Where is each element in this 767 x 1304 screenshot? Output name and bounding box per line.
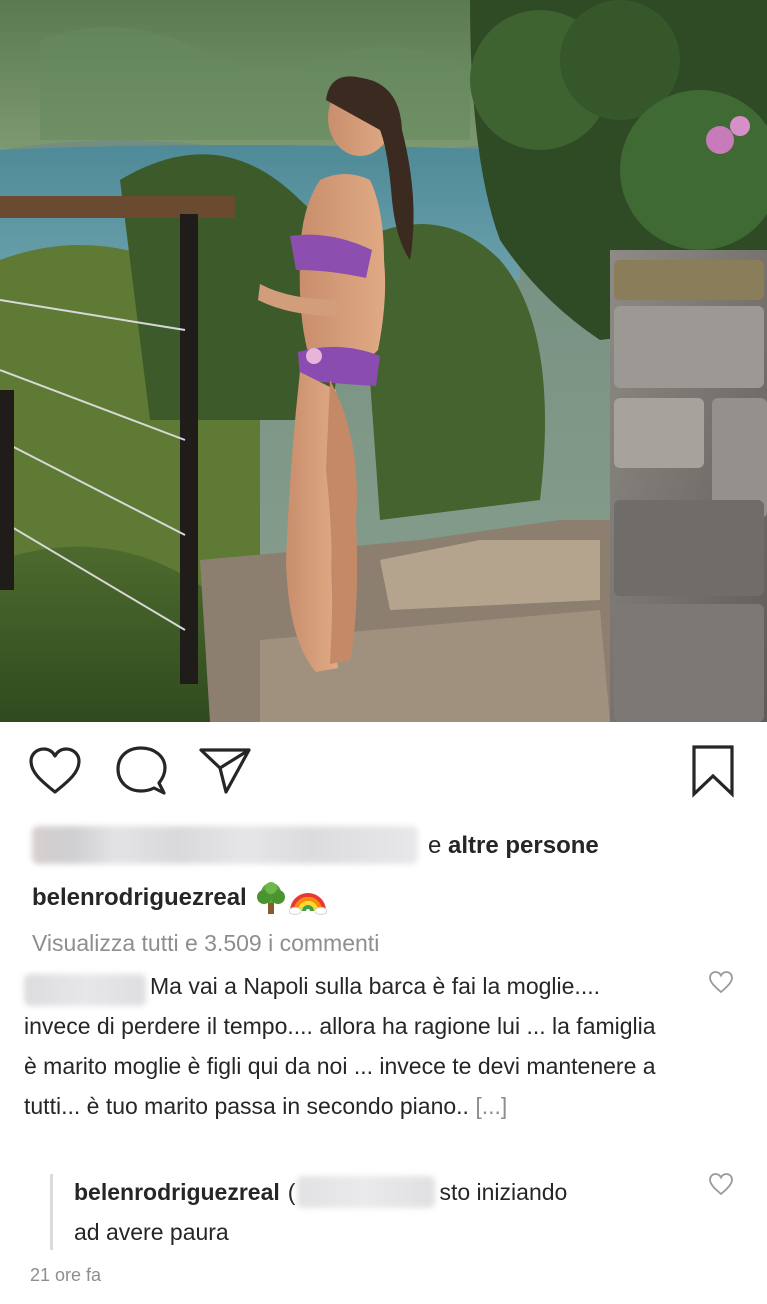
reply-first-line: belenrodriguezreal ( sto iniziando — [74, 1172, 674, 1212]
caption-emojis — [255, 881, 329, 915]
reply-text-line1: sto iniziando — [439, 1178, 568, 1205]
likes-others-link[interactable]: altre persone — [448, 832, 599, 859]
rainbow-emoji — [288, 893, 327, 915]
save-button[interactable] — [686, 744, 740, 798]
post-caption: belenrodriguezreal — [32, 878, 329, 918]
tree-emoji — [256, 882, 285, 914]
comment-icon — [116, 746, 167, 795]
comment-like-button[interactable] — [708, 970, 734, 999]
reply-username[interactable]: belenrodriguezreal — [74, 1179, 280, 1206]
likes-text: e altre persone — [428, 830, 599, 862]
comment-body: Ma vai a Napoli sulla barca è fai la mog… — [24, 966, 664, 1126]
heart-icon — [709, 1173, 733, 1196]
paper-plane-icon — [199, 748, 251, 794]
action-bar — [0, 722, 767, 822]
caption-username[interactable]: belenrodriguezreal — [32, 884, 247, 912]
comment-button[interactable] — [114, 744, 168, 798]
heart-icon — [709, 971, 733, 994]
reply-like-button[interactable] — [708, 1172, 734, 1201]
likes-summary[interactable]: e altre persone — [32, 824, 742, 868]
post-image — [0, 0, 767, 722]
comment-text: Ma vai a Napoli sulla barca è fai la mog… — [24, 973, 656, 1119]
post-timestamp: 21 ore fa — [30, 1265, 102, 1285]
like-button[interactable] — [28, 744, 82, 798]
reply-item: belenrodriguezreal ( sto iniziando ad av… — [74, 1172, 674, 1252]
instagram-post: e altre persone belenrodriguezreal Visua… — [0, 0, 767, 1304]
reply-text-line2: ad avere paura — [74, 1219, 229, 1245]
reply-paren: ( — [287, 1178, 296, 1205]
post-photo[interactable] — [0, 0, 767, 722]
more-link[interactable]: [...] — [475, 1093, 507, 1119]
heart-icon — [29, 747, 81, 794]
share-button[interactable] — [198, 744, 252, 798]
view-all-comments-link[interactable]: Visualizza tutti e 3.509 i commenti — [32, 926, 379, 960]
blurred-mention — [297, 1176, 436, 1208]
reply-thread-line — [50, 1174, 53, 1250]
blurred-usernames — [32, 826, 418, 864]
likes-prefix: e — [428, 832, 442, 859]
bookmark-icon — [692, 745, 734, 798]
comment-item: Ma vai a Napoli sulla barca è fai la mog… — [24, 966, 724, 1126]
